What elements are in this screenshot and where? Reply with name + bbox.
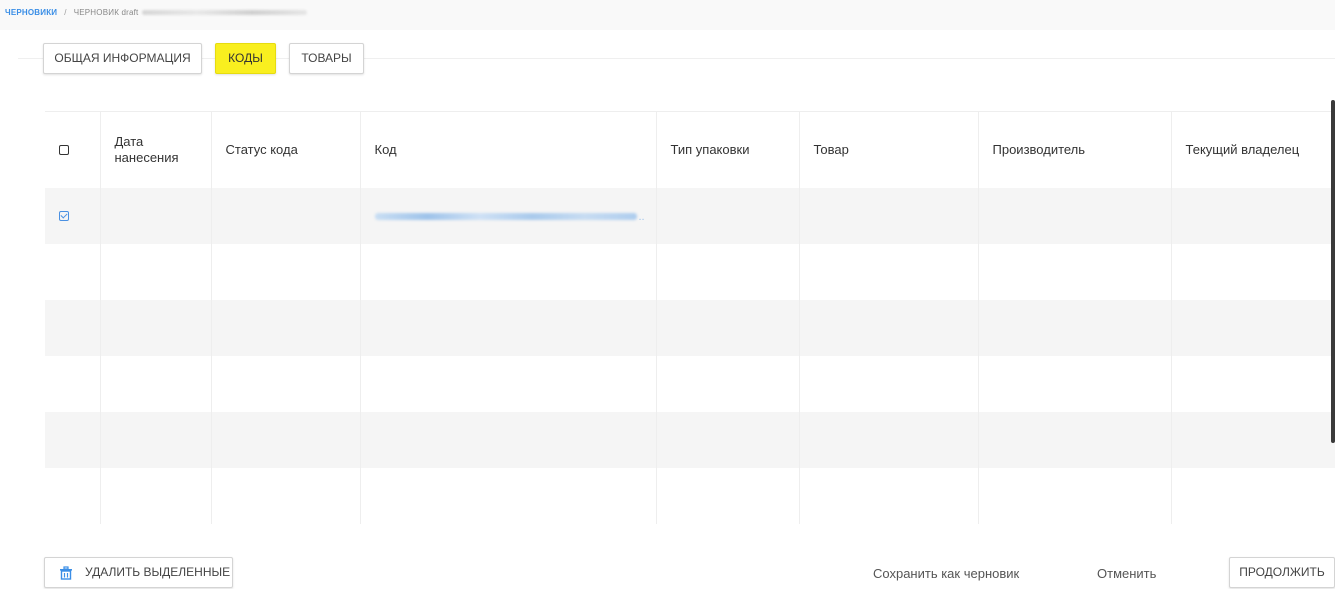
empty-row [45, 243, 1335, 300]
tab-products[interactable]: ТОВАРЫ [289, 43, 364, 74]
column-header-code[interactable]: Код [359, 111, 656, 188]
tab-codes[interactable]: КОДЫ [215, 43, 276, 74]
column-header-manufacturer[interactable]: Производитель [977, 111, 1171, 188]
column-header-product[interactable]: Товар [798, 111, 978, 188]
breadcrumb-current: ЧЕРНОВИК draft [73, 8, 139, 17]
row-checkbox-checked[interactable] [59, 211, 69, 221]
column-header-status[interactable]: Статус кода [210, 111, 360, 188]
row-select-cell[interactable] [45, 187, 100, 244]
empty-row [45, 299, 1335, 356]
cell-manufacturer [977, 187, 1171, 244]
cell-product [798, 187, 978, 244]
breadcrumb-separator: / [64, 8, 67, 17]
breadcrumb: ЧЕРНОВИКИ / ЧЕРНОВИК draft [5, 8, 308, 17]
trash-icon [60, 566, 72, 580]
cell-code[interactable]: .. [359, 187, 656, 244]
codes-table: Дата нанесения Статус кода Код Тип упако… [45, 111, 1335, 524]
select-all-checkbox[interactable] [59, 144, 69, 155]
table-header-row: Дата нанесения Статус кода Код Тип упако… [45, 111, 1335, 188]
cell-pack-type [655, 187, 799, 244]
empty-row [45, 355, 1335, 412]
top-bar: ЧЕРНОВИКИ / ЧЕРНОВИК draft [0, 0, 1335, 30]
continue-button[interactable]: ПРОДОЛЖИТЬ [1229, 557, 1335, 588]
breadcrumb-drafts-link[interactable]: ЧЕРНОВИКИ [5, 8, 57, 17]
tab-general-info[interactable]: ОБЩАЯ ИНФОРМАЦИЯ [43, 43, 202, 74]
codes-table-container: Дата нанесения Статус кода Код Тип упако… [45, 111, 1335, 526]
cancel-button[interactable]: Отменить [1097, 566, 1156, 581]
cell-status [210, 187, 360, 244]
column-header-owner[interactable]: Текущий владелец [1170, 111, 1335, 188]
select-all-cell[interactable] [45, 111, 100, 188]
delete-selected-label: УДАЛИТЬ ВЫДЕЛЕННЫЕ [85, 565, 231, 579]
breadcrumb-redacted-id [142, 10, 308, 16]
code-value-redacted [374, 213, 637, 221]
column-header-pack-type[interactable]: Тип упаковки [655, 111, 799, 188]
cell-owner [1170, 187, 1335, 244]
code-ellipsis: .. [638, 211, 645, 223]
cell-date [99, 187, 211, 244]
column-header-date[interactable]: Дата нанесения [99, 111, 211, 188]
table-row[interactable]: .. [45, 187, 1335, 244]
vertical-scrollbar[interactable] [1331, 100, 1335, 443]
empty-row [45, 411, 1335, 468]
empty-row [45, 467, 1335, 524]
delete-selected-button[interactable]: УДАЛИТЬ ВЫДЕЛЕННЫЕ [44, 557, 233, 588]
save-draft-button[interactable]: Сохранить как черновик [873, 566, 1019, 581]
